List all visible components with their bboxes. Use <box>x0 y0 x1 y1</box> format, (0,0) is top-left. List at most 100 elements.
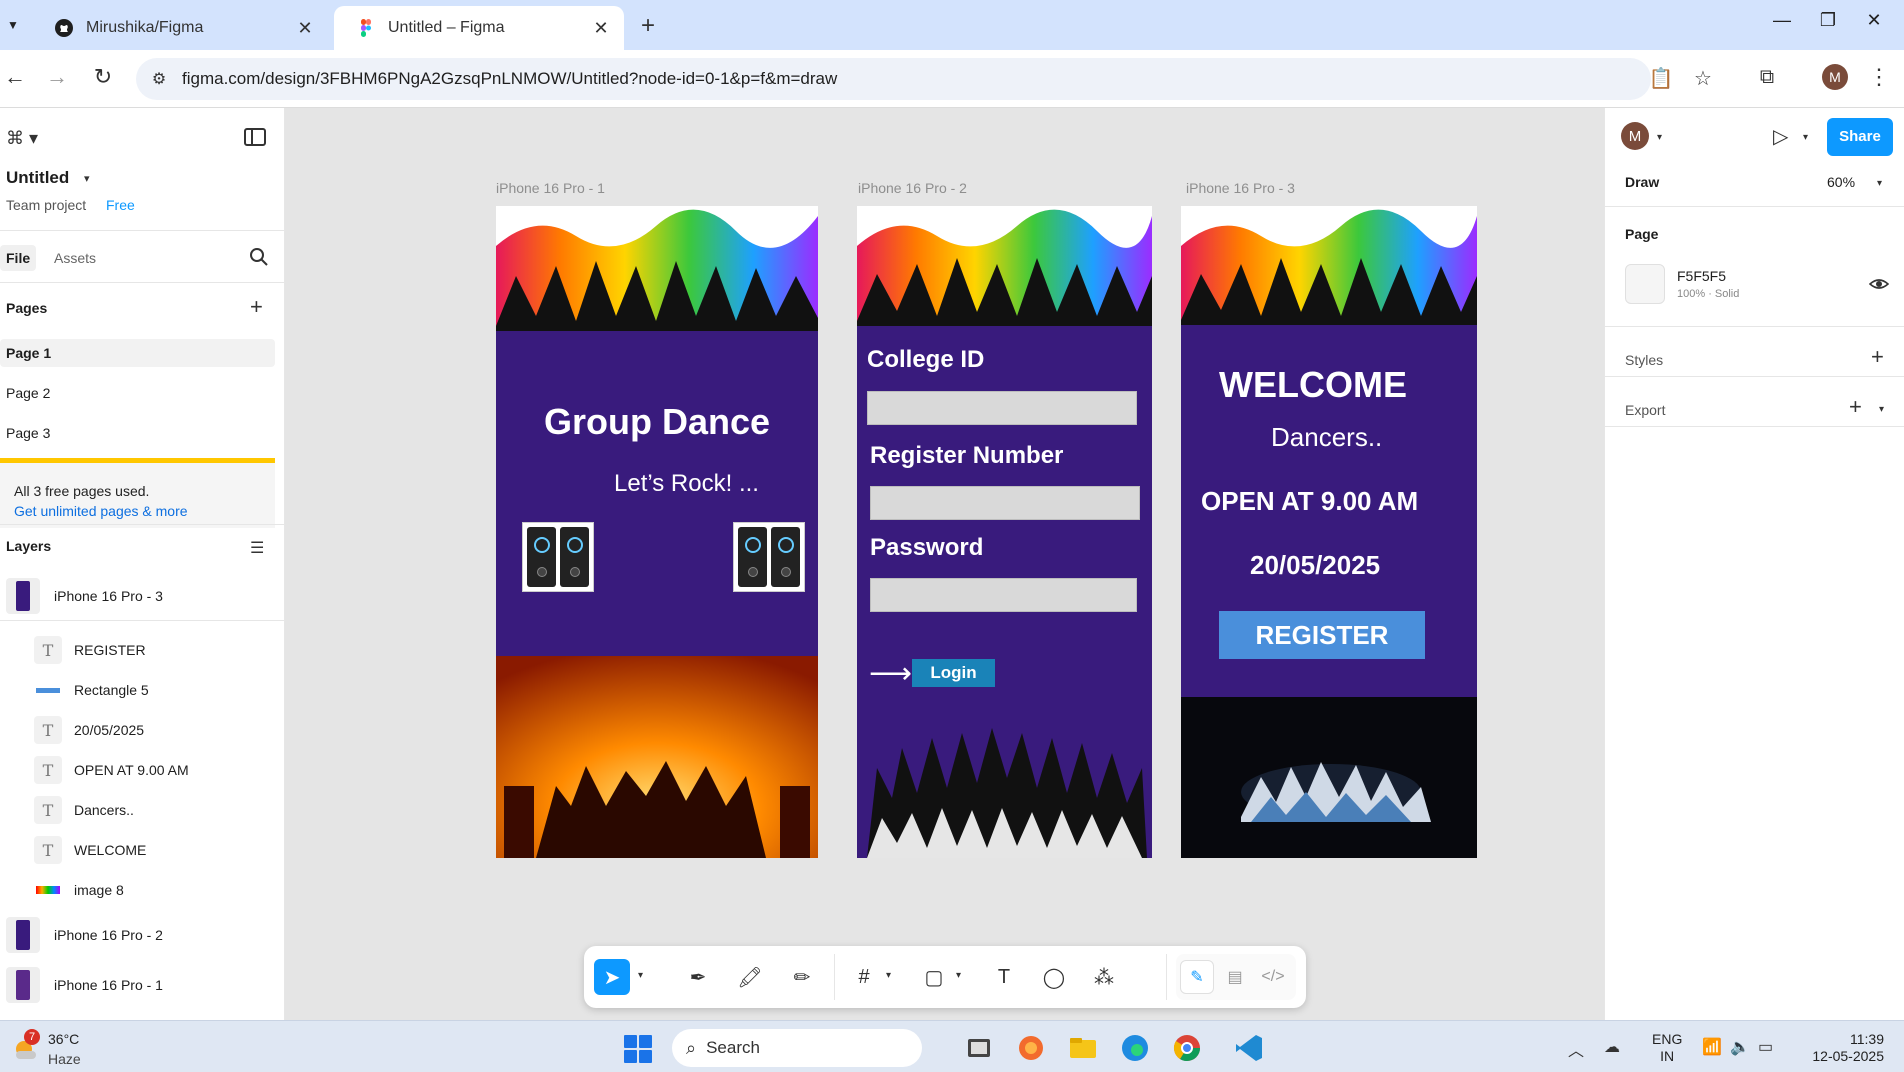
page-item[interactable]: Page 3 <box>0 419 275 447</box>
add-export-plus-icon[interactable]: + <box>1849 394 1862 420</box>
tab-file[interactable]: File <box>0 245 37 271</box>
layer-text[interactable]: T OPEN AT 9.00 AM <box>0 750 284 790</box>
shape-tool-icon[interactable]: ▢ <box>916 959 952 995</box>
chrome-browser-icon[interactable] <box>1170 1031 1204 1065</box>
weather-temperature[interactable]: 36°C <box>48 1031 79 1047</box>
url-field[interactable]: ⚙ figma.com/design/3FBHM6PNgA2GzsqPnLNMO… <box>136 58 1651 100</box>
minimize-icon[interactable]: — <box>1762 10 1802 31</box>
vscode-app-icon[interactable] <box>1232 1031 1266 1065</box>
file-manager-app-icon[interactable] <box>962 1031 996 1065</box>
design-mode-icon[interactable]: ▤ <box>1218 960 1252 994</box>
user-avatar[interactable]: M <box>1621 122 1649 150</box>
page-item[interactable]: Page 2 <box>0 379 275 407</box>
phone-frame-2[interactable]: College ID Register Number Password ⟶ Lo… <box>857 206 1152 858</box>
event-date-text[interactable]: 20/05/2025 <box>1250 550 1380 581</box>
chevron-down-icon[interactable]: ▾ <box>84 172 90 185</box>
add-style-plus-icon[interactable]: + <box>1871 344 1884 370</box>
profile-avatar[interactable]: M <box>1822 64 1848 90</box>
layer-text[interactable]: T WELCOME <box>0 830 284 870</box>
add-page-plus-icon[interactable]: + <box>250 294 263 320</box>
phone-frame-1[interactable]: Group Dance Let’s Rock! ... <box>496 206 818 858</box>
sidebar-toggle-icon[interactable] <box>244 128 266 146</box>
chevron-down-icon[interactable]: ▾ <box>1879 404 1884 415</box>
file-explorer-icon[interactable] <box>1066 1031 1100 1065</box>
register-number-input[interactable] <box>870 486 1140 520</box>
language-indicator[interactable]: ENG IN <box>1652 1031 1682 1065</box>
zoom-level[interactable]: 60% <box>1827 174 1855 190</box>
layer-text[interactable]: T 20/05/2025 <box>0 710 284 750</box>
dancers-text[interactable]: Dancers.. <box>1271 422 1382 453</box>
system-clock[interactable]: 11:39 12-05-2025 <box>1804 1031 1884 1065</box>
speaker-image[interactable] <box>522 522 594 592</box>
search-icon[interactable] <box>248 246 270 268</box>
chevron-down-icon[interactable]: ▾ <box>1803 132 1808 143</box>
actions-tool-icon[interactable]: ⁂ <box>1086 959 1122 995</box>
tab-search-dropdown-icon[interactable]: ▼ <box>2 14 24 36</box>
battery-icon[interactable]: ▭ <box>1758 1037 1773 1057</box>
chevron-down-icon[interactable]: ▾ <box>956 970 961 981</box>
browser-menu-icon[interactable]: ⋮ <box>1868 64 1890 90</box>
app-title[interactable]: Group Dance <box>496 401 818 443</box>
text-tool-icon[interactable]: T <box>986 959 1022 995</box>
highlighter-tool-icon[interactable]: 🖍 <box>732 959 768 995</box>
restore-icon[interactable]: ❐ <box>1808 10 1848 31</box>
tab-github[interactable]: Mirushika/Figma ✕ <box>32 6 328 50</box>
dev-mode-icon[interactable]: </> <box>1256 960 1290 994</box>
back-icon[interactable]: ← <box>0 64 30 90</box>
layer-frame[interactable]: iPhone 16 Pro - 1 <box>0 965 284 1005</box>
app-subtitle[interactable]: Let’s Rock! ... <box>614 470 759 498</box>
comment-tool-icon[interactable]: ◯ <box>1036 959 1072 995</box>
show-hidden-icons-icon[interactable]: ︿ <box>1568 1037 1584 1061</box>
tab-assets[interactable]: Assets <box>54 250 96 266</box>
figma-main-menu-icon[interactable]: ⌘ ▾ <box>6 128 38 149</box>
brave-browser-icon[interactable] <box>1014 1031 1048 1065</box>
reload-icon[interactable]: ↻ <box>88 64 118 90</box>
college-id-input[interactable] <box>867 391 1137 425</box>
upgrade-link[interactable]: Get unlimited pages & more <box>14 503 188 519</box>
weather-condition[interactable]: Haze <box>48 1051 81 1067</box>
bookmark-star-icon[interactable]: ☆ <box>1688 66 1718 91</box>
tab-figma[interactable]: Untitled – Figma ✕ <box>334 6 624 50</box>
close-tab-icon[interactable]: ✕ <box>590 18 612 39</box>
wifi-icon[interactable]: 📶 <box>1702 1037 1722 1057</box>
chevron-down-icon[interactable]: ▾ <box>638 970 643 981</box>
windows-start-icon[interactable] <box>624 1035 652 1063</box>
chevron-down-icon[interactable]: ▾ <box>886 970 891 981</box>
page-color-hex[interactable]: F5F5F5 <box>1677 268 1726 284</box>
eye-icon[interactable] <box>1869 274 1889 294</box>
layer-text[interactable]: T Dancers.. <box>0 790 284 830</box>
share-button[interactable]: Share <box>1827 118 1893 156</box>
frame-label[interactable]: iPhone 16 Pro - 2 <box>858 180 967 196</box>
layer-text[interactable]: T REGISTER <box>0 630 284 670</box>
onedrive-cloud-icon[interactable]: ☁ <box>1604 1037 1620 1057</box>
page-item[interactable]: Page 1 <box>0 339 275 367</box>
plan-badge[interactable]: Free <box>106 197 135 213</box>
layer-frame[interactable]: iPhone 16 Pro - 2 <box>0 915 284 955</box>
frame-label[interactable]: iPhone 16 Pro - 3 <box>1186 180 1295 196</box>
phone-frame-3[interactable]: WELCOME Dancers.. OPEN AT 9.00 AM 20/05/… <box>1181 206 1477 858</box>
chevron-down-icon[interactable]: ▾ <box>1877 178 1882 189</box>
taskbar-search[interactable]: ⌕ Search <box>672 1029 922 1067</box>
marker-tool-icon[interactable]: ✒ <box>680 959 716 995</box>
extensions-icon[interactable]: ⧉ <box>1752 66 1782 89</box>
forward-icon[interactable]: → <box>42 64 72 90</box>
layer-rectangle[interactable]: Rectangle 5 <box>0 670 284 710</box>
window-close-icon[interactable]: ✕ <box>1854 10 1894 31</box>
draw-mode-icon[interactable]: ✎ <box>1180 960 1214 994</box>
design-canvas[interactable]: iPhone 16 Pro - 1 Group Dance Let’s Rock… <box>286 108 1604 1020</box>
chevron-down-icon[interactable]: ▾ <box>1657 132 1662 143</box>
layer-frame[interactable]: iPhone 16 Pro - 3 <box>0 576 284 616</box>
new-tab-plus-icon[interactable]: + <box>636 12 660 40</box>
open-time-text[interactable]: OPEN AT 9.00 AM <box>1201 486 1418 517</box>
close-tab-icon[interactable]: ✕ <box>294 18 316 39</box>
welcome-text[interactable]: WELCOME <box>1219 364 1407 406</box>
page-color-swatch[interactable] <box>1625 264 1665 304</box>
speaker-image[interactable] <box>733 522 805 592</box>
file-title[interactable]: Untitled <box>6 168 69 188</box>
collapse-layers-icon[interactable]: ☰ <box>250 538 264 558</box>
move-tool-icon[interactable]: ➤ <box>594 959 630 995</box>
login-button[interactable]: Login <box>912 659 995 687</box>
volume-icon[interactable]: 🔈 <box>1730 1037 1750 1057</box>
present-play-icon[interactable]: ▷ <box>1773 124 1788 149</box>
pencil-tool-icon[interactable]: ✏ <box>784 959 820 995</box>
